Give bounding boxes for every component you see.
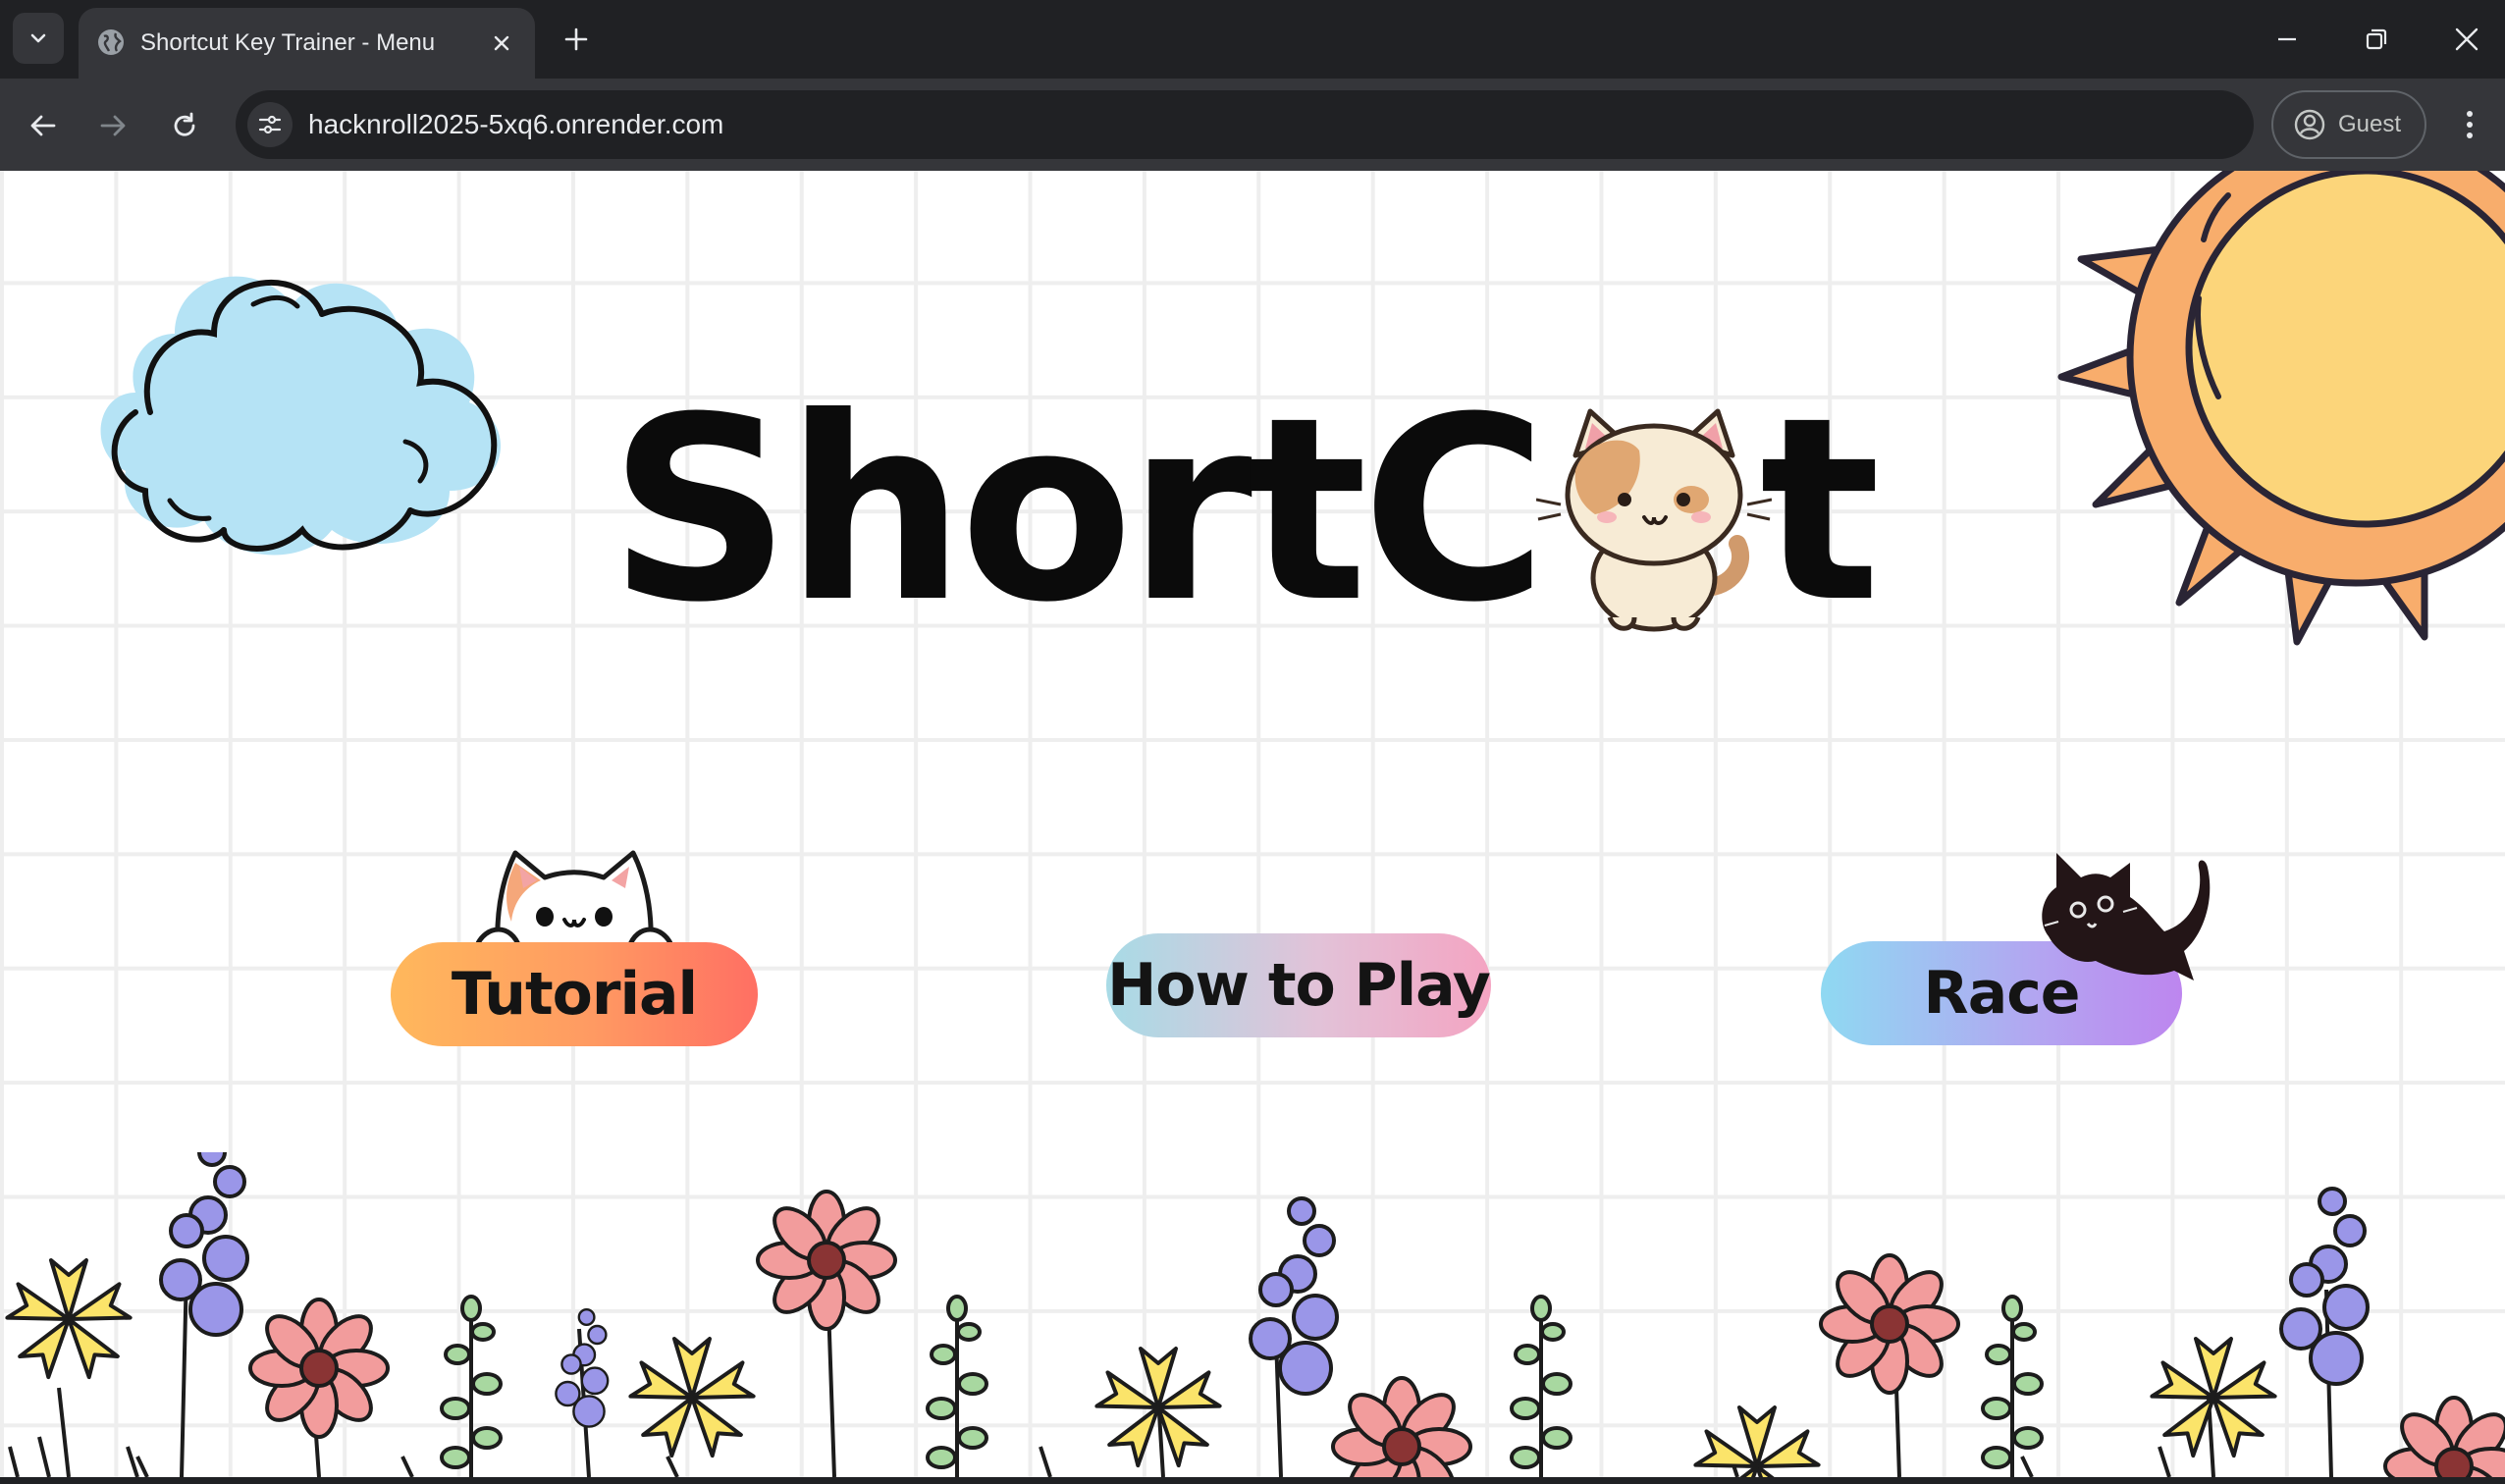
restore-button[interactable] <box>2347 14 2406 65</box>
page-viewport: ShortC t Tutorial How to Play Race <box>0 171 2505 1477</box>
back-icon <box>30 115 56 136</box>
how-to-play-button[interactable]: How to Play <box>1106 933 1491 1037</box>
black-cat-icon <box>2042 853 2211 980</box>
close-window-button[interactable] <box>2437 14 2496 65</box>
window-bottom-edge <box>0 1477 2505 1484</box>
logo-text-start: ShortC <box>609 363 1548 658</box>
address-bar[interactable]: hacknroll2025-5xq6.onrender.com <box>236 90 2254 159</box>
flower-garden-illustration <box>5 1152 2505 1477</box>
profile-icon <box>2294 109 2325 140</box>
back-button[interactable] <box>16 98 71 153</box>
tutorial-button[interactable]: Tutorial <box>391 942 758 1046</box>
forward-icon <box>100 115 126 136</box>
active-tab[interactable]: Shortcut Key Trainer - Menu <box>79 8 535 79</box>
tab-title: Shortcut Key Trainer - Menu <box>140 29 436 56</box>
new-tab-button[interactable] <box>557 20 596 59</box>
url-text[interactable]: hacknroll2025-5xq6.onrender.com <box>308 109 723 140</box>
tab-search-button[interactable] <box>13 13 64 64</box>
minimize-icon <box>2278 37 2296 41</box>
tab-strip: Shortcut Key Trainer - Menu <box>0 0 2505 79</box>
site-settings-icon <box>258 115 282 134</box>
plus-icon <box>564 27 588 51</box>
cat-mascot-icon <box>1535 408 1772 632</box>
forward-button[interactable] <box>85 98 140 153</box>
browser-toolbar: hacknroll2025-5xq6.onrender.com Guest <box>0 79 2505 171</box>
sun-illustration <box>2057 171 2505 646</box>
site-settings-button[interactable] <box>247 102 293 147</box>
app-logo: ShortC t <box>609 363 1881 658</box>
browser-menu-button[interactable] <box>2446 100 2493 149</box>
logo-text-end: t <box>1759 363 1881 658</box>
restore-icon <box>2366 28 2387 50</box>
close-icon <box>494 35 509 51</box>
reload-button[interactable] <box>157 98 212 153</box>
profile-label: Guest <box>2338 111 2402 137</box>
more-vert-icon <box>2467 111 2473 138</box>
minimize-button[interactable] <box>2258 14 2317 65</box>
reload-icon <box>174 112 195 136</box>
chevron-down-icon <box>30 33 46 43</box>
peeking-cat-icon <box>476 850 672 951</box>
globe-icon <box>98 29 124 55</box>
profile-button[interactable]: Guest <box>2271 90 2426 159</box>
tab-close-button[interactable] <box>488 29 515 57</box>
close-icon <box>2455 27 2478 51</box>
cloud-illustration <box>100 276 502 556</box>
